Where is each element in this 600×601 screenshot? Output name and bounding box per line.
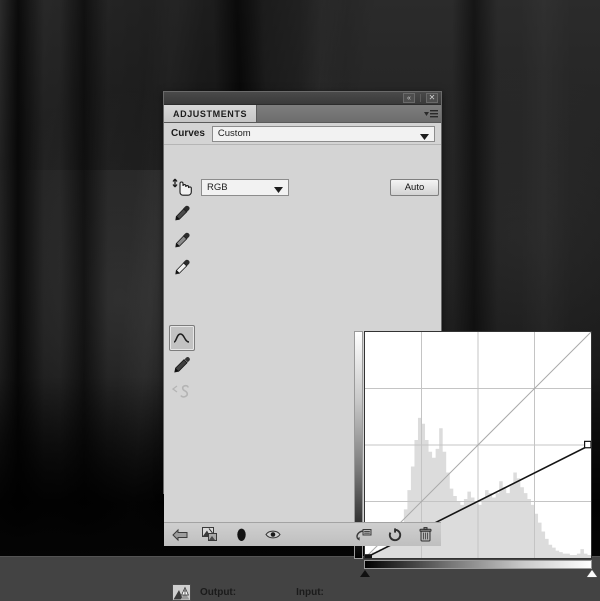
tab-adjustments[interactable]: ADJUSTMENTS bbox=[164, 105, 258, 122]
output-label: Output: bbox=[200, 586, 237, 598]
panel-tabstrip: ADJUSTMENTS bbox=[164, 105, 441, 123]
preset-row: Curves Custom bbox=[164, 123, 441, 145]
panel-menu-icon[interactable] bbox=[424, 108, 438, 120]
curves-tool-rail bbox=[167, 173, 197, 406]
white-point-marker[interactable] bbox=[587, 570, 597, 577]
toggle-layer-mask-button[interactable] bbox=[233, 526, 250, 543]
gray-point-eyedropper[interactable] bbox=[169, 227, 195, 253]
channel-dropdown[interactable]: RGB bbox=[201, 178, 289, 196]
preset-dropdown[interactable]: Custom bbox=[211, 125, 435, 143]
delete-adjustment-layer-button[interactable] bbox=[417, 526, 434, 543]
reset-adjustment-button[interactable] bbox=[386, 526, 403, 543]
target-adjustment-tool[interactable] bbox=[169, 173, 195, 199]
auto-button[interactable]: Auto bbox=[390, 178, 439, 196]
collapse-icon[interactable]: « bbox=[403, 93, 415, 103]
titlebar-divider bbox=[420, 94, 421, 102]
close-icon[interactable]: ✕ bbox=[426, 93, 438, 103]
channel-row: RGB Auto bbox=[201, 177, 439, 197]
preset-value: Custom bbox=[217, 128, 251, 139]
clip-to-layer-button[interactable] bbox=[202, 526, 219, 543]
chevron-down-icon bbox=[420, 132, 429, 143]
output-input-row: Output: Input: bbox=[164, 577, 441, 601]
input-gradient-ramp bbox=[364, 560, 592, 569]
chevron-down-icon bbox=[274, 185, 283, 196]
black-point-eyedropper[interactable] bbox=[169, 200, 195, 226]
view-previous-state-button[interactable] bbox=[355, 526, 372, 543]
curves-label: Curves bbox=[171, 128, 205, 139]
toggle-layer-visibility-button[interactable] bbox=[264, 526, 281, 543]
curve-control-point-1[interactable] bbox=[584, 440, 591, 449]
auto-button-label: Auto bbox=[404, 181, 425, 193]
black-point-marker[interactable] bbox=[360, 570, 370, 577]
return-to-adjustment-list-button[interactable] bbox=[171, 526, 188, 543]
panel-body: RGB Auto Output: Input: bbox=[164, 145, 597, 601]
curve-control-point-0[interactable] bbox=[365, 554, 373, 558]
curve-point-tool[interactable] bbox=[169, 325, 195, 351]
channel-value: RGB bbox=[207, 181, 228, 193]
white-point-eyedropper[interactable] bbox=[169, 254, 195, 280]
adjustments-panel: « ✕ ADJUSTMENTS Curves Custom RGB Auto O… bbox=[163, 91, 597, 601]
tab-adjustments-label: ADJUSTMENTS bbox=[173, 108, 248, 119]
smooth-curve-tool[interactable] bbox=[169, 379, 195, 405]
panel-titlebar: « ✕ bbox=[164, 92, 441, 105]
rail-spacer bbox=[167, 281, 197, 325]
pencil-draw-tool[interactable] bbox=[169, 352, 195, 378]
input-label: Input: bbox=[296, 586, 324, 598]
panel-footer bbox=[164, 522, 441, 546]
clip-warning-icon bbox=[170, 582, 192, 601]
